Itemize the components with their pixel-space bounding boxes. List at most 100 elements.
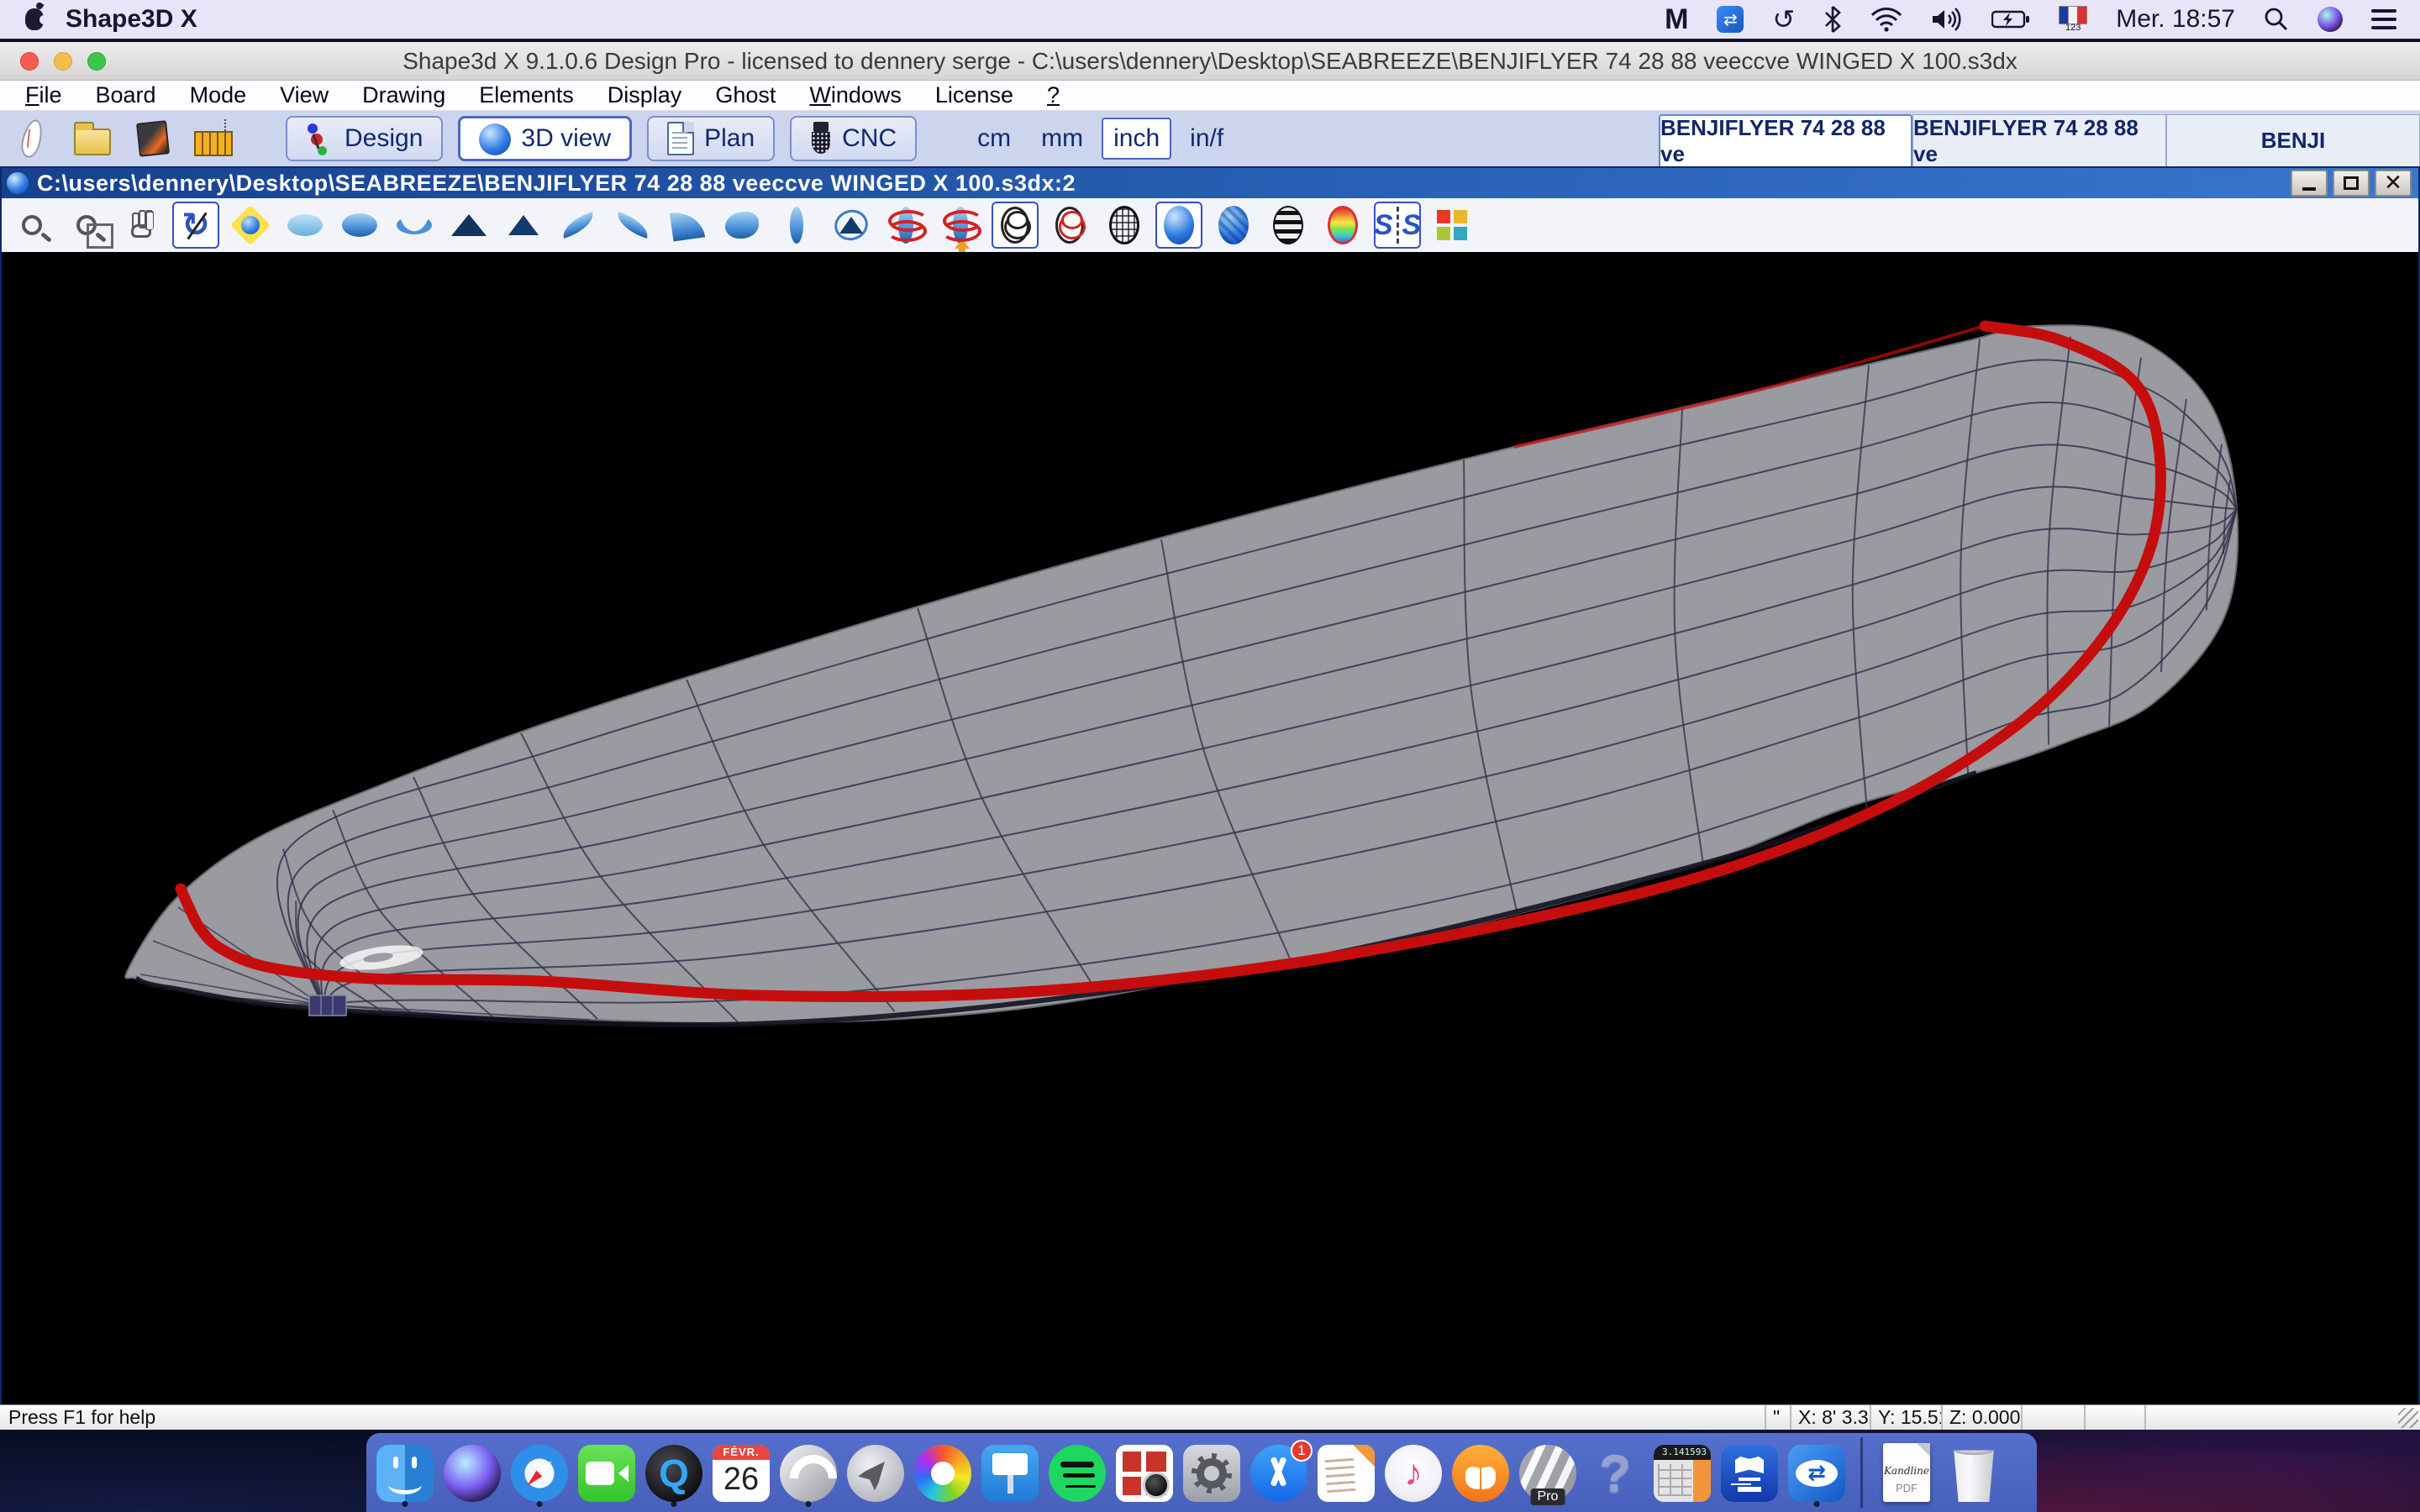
unit-mm[interactable]: mm bbox=[1029, 118, 1095, 160]
rail-right-view-button[interactable] bbox=[609, 202, 656, 249]
mdi-minimize-button[interactable] bbox=[2291, 170, 2328, 197]
dock-item-safari[interactable] bbox=[509, 1437, 570, 1508]
menu-item-drawing[interactable]: Drawing bbox=[345, 82, 462, 108]
siri-menubar-icon[interactable] bbox=[2317, 7, 2343, 32]
mdi-close-button[interactable]: ✕ bbox=[2375, 170, 2412, 197]
menubar-clock[interactable]: Mer. 18:57 bbox=[2116, 5, 2235, 34]
dock-item-teamviewer[interactable]: ⇄ bbox=[1786, 1437, 1847, 1508]
dock-item-keynote[interactable] bbox=[980, 1437, 1040, 1508]
cnc-mode-button[interactable]: CNC bbox=[790, 116, 917, 161]
menu-item-file[interactable]: File bbox=[8, 82, 79, 108]
dock-item-calculator[interactable]: 3.141593 bbox=[1652, 1437, 1712, 1508]
dock-item-system-preferences[interactable] bbox=[1181, 1437, 1242, 1508]
resize-grip[interactable] bbox=[2398, 1408, 2418, 1428]
bluetooth-icon[interactable] bbox=[1823, 3, 1842, 36]
wireframe-view-button[interactable] bbox=[992, 202, 1039, 249]
apple-menu-icon[interactable] bbox=[25, 8, 44, 30]
keyboard-layout-fr-icon[interactable]: 123 bbox=[2059, 6, 2087, 33]
stripes-view-button[interactable] bbox=[1265, 202, 1312, 249]
dock-item-photo-booth[interactable] bbox=[1114, 1437, 1175, 1508]
window-titlebar[interactable]: Shape3d X 9.1.0.6 Design Pro - licensed … bbox=[0, 42, 2420, 81]
rotate-y-view-button[interactable] bbox=[937, 202, 984, 249]
dock-item-remote-desktop[interactable] bbox=[1719, 1437, 1780, 1508]
design-mode-button[interactable]: Design bbox=[286, 116, 443, 161]
teamviewer-menubar-icon[interactable]: ⇄ bbox=[1717, 6, 1744, 33]
menu-item-windows[interactable]: Windows bbox=[792, 82, 918, 108]
rotate-3d-button[interactable]: ↻ bbox=[172, 202, 219, 249]
menubar-app-name[interactable]: Shape3D X bbox=[66, 5, 197, 34]
dock-item-quicktime[interactable]: Q bbox=[644, 1437, 704, 1508]
dock-item-spotify[interactable] bbox=[1047, 1437, 1107, 1508]
net-sphere-view-button[interactable] bbox=[1101, 202, 1148, 249]
rotate-axis-view-button[interactable] bbox=[828, 202, 875, 249]
open-button[interactable] bbox=[71, 116, 114, 161]
outline-top-view-button[interactable] bbox=[281, 202, 329, 249]
unit-in-f[interactable]: in/f bbox=[1178, 118, 1235, 160]
3d-view-mode-button[interactable]: 3D view bbox=[458, 116, 632, 161]
menu-item-display[interactable]: Display bbox=[591, 82, 699, 108]
save-button[interactable] bbox=[131, 116, 175, 161]
side-profile-view-button[interactable] bbox=[773, 202, 820, 249]
menu-item-mode[interactable]: Mode bbox=[173, 82, 264, 108]
outline-blob-view-button[interactable] bbox=[718, 202, 765, 249]
board-tab-1[interactable]: BENJIFLYER 74 28 88 ve bbox=[1659, 114, 1912, 166]
unit-cm[interactable]: cm bbox=[965, 118, 1023, 160]
dock-item-facetime[interactable] bbox=[576, 1437, 637, 1508]
thickness-view-button[interactable] bbox=[391, 202, 438, 249]
menu-item-board[interactable]: Board bbox=[79, 82, 173, 108]
dock-item-google-earth[interactable]: Pro bbox=[1518, 1437, 1578, 1508]
plan-mode-button[interactable]: Plan bbox=[647, 116, 775, 161]
viewport-3d[interactable] bbox=[0, 252, 2420, 1404]
dock-item-wave-app[interactable] bbox=[778, 1437, 839, 1508]
dock-item-app-store[interactable]: 1 bbox=[1249, 1437, 1309, 1508]
volume-icon[interactable] bbox=[1931, 3, 1963, 36]
dock-item-siri[interactable] bbox=[442, 1437, 502, 1508]
menu-item-ghost[interactable]: Ghost bbox=[698, 82, 792, 108]
zoom-in-button[interactable] bbox=[8, 202, 55, 249]
dock-item-pdf-document[interactable]: KandlinePDF bbox=[1876, 1437, 1937, 1508]
dock-item-pages[interactable] bbox=[1316, 1437, 1376, 1508]
flow-lines-view-button[interactable]: SS bbox=[1374, 202, 1421, 249]
dock-item-trash[interactable] bbox=[1944, 1437, 2004, 1508]
back-section-view-button[interactable] bbox=[500, 202, 547, 249]
wireframe-red-view-button[interactable] bbox=[1046, 202, 1093, 249]
rail-left-view-button[interactable] bbox=[555, 202, 602, 249]
spotlight-tool-button[interactable] bbox=[227, 202, 274, 249]
malwarebytes-icon[interactable]: M bbox=[1665, 3, 1688, 36]
textured-view-button[interactable] bbox=[1210, 202, 1257, 249]
dock-item-books[interactable] bbox=[1450, 1437, 1511, 1508]
unit-inch[interactable]: inch bbox=[1102, 118, 1171, 160]
rainbow-view-button[interactable] bbox=[1319, 202, 1366, 249]
pan-hand-button[interactable] bbox=[118, 202, 165, 249]
dock-item-launchpad[interactable] bbox=[845, 1437, 906, 1508]
mdi-maximize-button[interactable] bbox=[2333, 170, 2370, 197]
board-tab-3[interactable]: BENJI bbox=[2166, 114, 2420, 166]
front-section-view-button[interactable] bbox=[445, 202, 492, 249]
surfboard-3d-render[interactable] bbox=[2, 252, 2418, 1404]
status-help-text: Press F1 for help bbox=[0, 1406, 1765, 1429]
menu-item-elements[interactable]: Elements bbox=[462, 82, 591, 108]
measurements-button[interactable] bbox=[192, 116, 235, 161]
rotate-x-view-button[interactable] bbox=[882, 202, 929, 249]
outline-bottom-view-button[interactable] bbox=[336, 202, 383, 249]
battery-icon[interactable] bbox=[1991, 3, 2030, 36]
board-tab-2[interactable]: BENJIFLYER 74 28 88 ve bbox=[1912, 114, 2166, 166]
solid-view-button[interactable] bbox=[1155, 202, 1202, 249]
dock-item-calendar[interactable]: FÉVR.26 bbox=[711, 1437, 771, 1508]
new-board-button[interactable] bbox=[10, 116, 54, 161]
zoom-window-button[interactable] bbox=[63, 202, 110, 249]
menu-item-license[interactable]: License bbox=[918, 82, 1030, 108]
dock-item-itunes[interactable] bbox=[1383, 1437, 1444, 1508]
dock-item-help[interactable]: ? bbox=[1585, 1437, 1645, 1508]
color-grid-view-button[interactable] bbox=[1428, 202, 1476, 249]
menu-item-view[interactable]: View bbox=[263, 82, 345, 108]
wifi-icon[interactable] bbox=[1870, 3, 1902, 36]
dock-item-photos[interactable] bbox=[913, 1437, 973, 1508]
menu-item-[interactable]: ? bbox=[1030, 82, 1076, 108]
dock-item-finder[interactable] bbox=[375, 1437, 435, 1508]
time-machine-icon[interactable]: ↺ bbox=[1772, 3, 1795, 36]
spotlight-icon[interactable] bbox=[2264, 3, 2289, 36]
notification-center-icon[interactable] bbox=[2371, 9, 2396, 29]
perspective-view-button[interactable] bbox=[664, 202, 711, 249]
document-window-titlebar[interactable]: C:\users\dennery\Desktop\SEABREEZE\BENJI… bbox=[0, 166, 2420, 198]
